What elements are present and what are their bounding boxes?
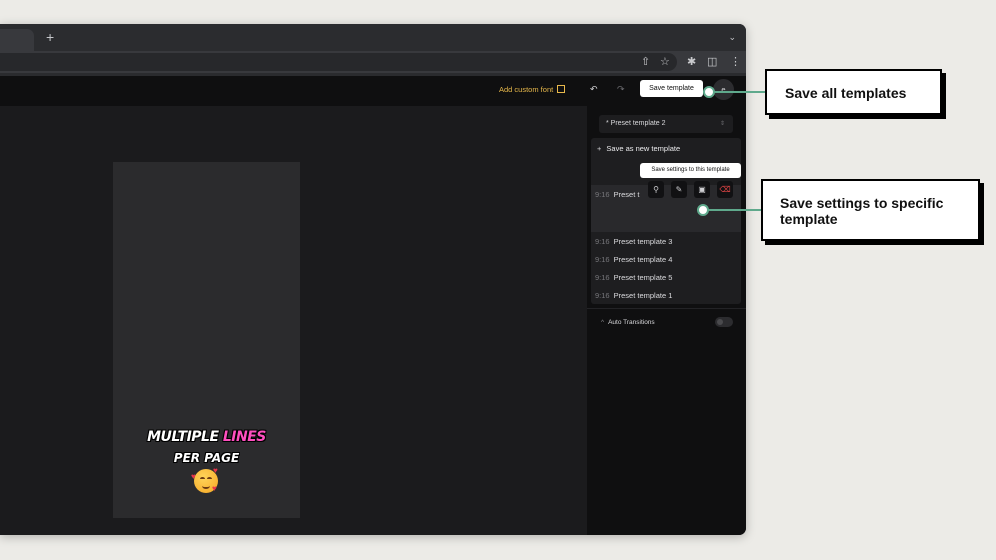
new-tab-button[interactable]: +	[46, 29, 54, 45]
avatar[interactable]: e	[713, 79, 734, 100]
template-item[interactable]: 9:16 Preset template 5	[595, 273, 672, 282]
auto-transitions-header[interactable]: ^ Auto Transitions	[601, 319, 655, 326]
share-icon[interactable]: ⇧	[641, 54, 650, 70]
save-as-new-template-item[interactable]: + Save as new template	[597, 144, 680, 153]
connector-dot	[703, 86, 715, 98]
save-to-template-button[interactable]: ▣	[694, 181, 710, 198]
external-link-icon	[557, 85, 566, 93]
add-custom-font-label: Add custom font	[499, 85, 554, 94]
star-icon[interactable]: ☆	[660, 54, 670, 70]
save-template-button[interactable]: Save template	[640, 80, 703, 97]
tooltip: Save settings to this template	[640, 163, 741, 178]
connector-line	[711, 91, 767, 93]
plus-icon: +	[597, 144, 602, 153]
template-item[interactable]: 9:16 Preset template 4	[595, 255, 672, 264]
browser-window: + ⌄ ⇧ ☆ ✱ ◫ ⋮ Add custom font ↶ ↷ Save t…	[0, 24, 746, 535]
save-as-new-label: Save as new template	[606, 144, 681, 153]
redo-icon[interactable]: ↷	[617, 84, 625, 95]
caption-word-lines: LINES	[222, 429, 267, 445]
app-header: Add custom font ↶ ↷ Save template e	[0, 76, 746, 106]
callout-save-all-templates: Save all templates	[765, 69, 942, 115]
caption-word-multiple: MULTIPLE	[147, 429, 223, 445]
add-custom-font-link[interactable]: Add custom font	[499, 85, 566, 94]
template-item[interactable]: 9:16 Preset template 3	[595, 237, 672, 246]
connector-line	[706, 209, 763, 211]
floppy-disk-icon: ▣	[698, 185, 706, 194]
chevron-updown-icon: ⇕	[719, 121, 725, 127]
address-bar-row: ⇧ ☆ ✱ ◫ ⋮	[0, 51, 746, 73]
video-preview[interactable]: MULTIPLE LINES PER PAGE ♥ ♥ ♥	[113, 162, 300, 518]
address-input[interactable]	[0, 53, 677, 71]
smiling-hearts-emoji-icon: ♥ ♥ ♥	[191, 466, 218, 493]
sidepanel-icon[interactable]: ◫	[707, 54, 717, 70]
undo-icon[interactable]: ↶	[590, 84, 598, 95]
canvas-area: MULTIPLE LINES PER PAGE ♥ ♥ ♥	[0, 106, 587, 535]
pencil-icon: ✎	[675, 185, 683, 194]
chevron-down-icon[interactable]: ⌄	[728, 32, 736, 43]
tab-strip: + ⌄	[0, 24, 746, 51]
template-item-hovered-label: 9:16 Preset t	[595, 190, 640, 199]
caption-line-1: MULTIPLE LINES	[113, 429, 300, 445]
chevron-up-icon: ^	[601, 319, 605, 326]
sidebar-divider	[587, 308, 746, 309]
extensions-icon[interactable]: ✱	[687, 54, 696, 70]
selected-template-label: * Preset template 2	[606, 120, 666, 127]
auto-transitions-toggle[interactable]	[715, 317, 733, 327]
connector-dot	[697, 204, 709, 216]
template-item[interactable]: 9:16 Preset template 1	[595, 291, 672, 300]
kebab-menu-icon[interactable]: ⋮	[730, 54, 741, 70]
delete-button[interactable]: ⌫	[717, 181, 733, 198]
template-select[interactable]: * Preset template 2 ⇕	[599, 115, 733, 133]
trash-icon: ⌫	[719, 185, 731, 194]
auto-transitions-label: Auto Transitions	[608, 319, 655, 326]
pin-button[interactable]: ⚲	[648, 181, 664, 198]
callout-save-specific-template: Save settings to specific template	[761, 179, 980, 241]
caption-line-2: PER PAGE	[173, 451, 240, 465]
rename-button[interactable]: ✎	[671, 181, 687, 198]
browser-tab[interactable]	[0, 29, 34, 51]
pin-icon: ⚲	[653, 185, 659, 194]
